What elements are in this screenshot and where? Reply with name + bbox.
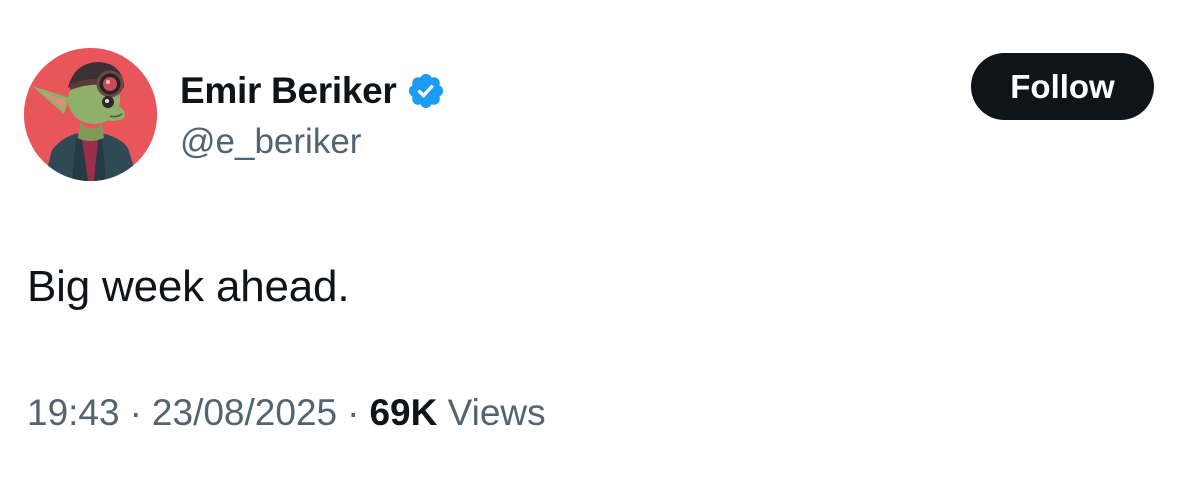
tweet-date[interactable]: 23/08/2025 xyxy=(152,392,337,433)
follow-button[interactable]: Follow xyxy=(971,53,1154,120)
meta-separator: · xyxy=(129,392,142,433)
views-label[interactable]: Views xyxy=(448,392,546,433)
tweet-card: Emir Beriker @e_beriker Follow Big week … xyxy=(0,0,1200,485)
tweet-meta: 19:43 · 23/08/2025 · 69K Views xyxy=(27,392,546,435)
author-name-row: Emir Beriker xyxy=(180,65,446,115)
tweet-time[interactable]: 19:43 xyxy=(27,392,120,433)
author-handle[interactable]: @e_beriker xyxy=(180,122,361,162)
tweet-text: Big week ahead. xyxy=(27,262,350,311)
views-count[interactable]: 69K xyxy=(369,392,437,433)
avatar[interactable] xyxy=(24,48,157,181)
verified-badge-icon[interactable] xyxy=(406,71,446,111)
meta-separator: · xyxy=(347,392,360,433)
author-display-name[interactable]: Emir Beriker xyxy=(180,72,397,109)
